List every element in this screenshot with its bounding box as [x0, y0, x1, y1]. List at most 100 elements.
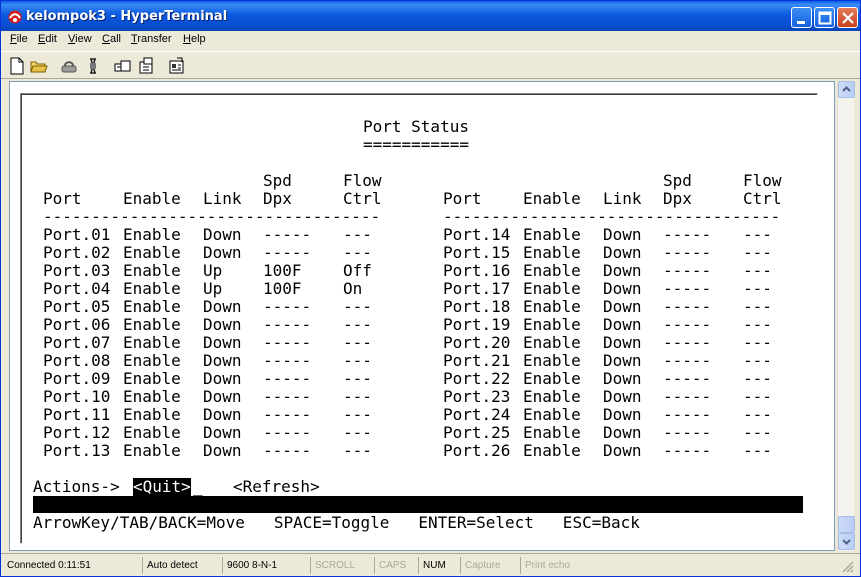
cell-enable-left: Enable: [123, 351, 181, 370]
maximize-button[interactable]: [814, 7, 835, 28]
connect-icon[interactable]: [60, 57, 78, 75]
minimize-button[interactable]: [791, 7, 812, 28]
cell-link-right: Down: [603, 369, 642, 388]
cell-spddpx-left: -----: [263, 333, 312, 352]
cell-port-right: Port.18: [443, 297, 511, 316]
cell-port-left: Port.09: [43, 369, 111, 388]
cell-flowctrl-left: ---: [343, 243, 372, 262]
menu-view[interactable]: View: [68, 33, 92, 45]
cell-spddpx-right: -----: [663, 423, 712, 442]
cell-flowctrl-left: ---: [343, 441, 372, 460]
header-ctrl-left: Ctrl: [343, 189, 382, 208]
cell-link-right: Down: [603, 279, 642, 298]
actions-label: Actions->: [33, 477, 120, 496]
cell-port-left: Port.05: [43, 297, 111, 316]
cell-port-left: Port.13: [43, 441, 111, 460]
scroll-down-button[interactable]: [838, 533, 855, 550]
cell-link-right: Down: [603, 243, 642, 262]
quit-action[interactable]: <Quit>: [133, 478, 191, 496]
cell-enable-right: Enable: [523, 423, 581, 442]
cell-flowctrl-right: ---: [743, 243, 772, 262]
cell-link-left: Up: [203, 261, 223, 280]
cell-link-left: Up: [203, 279, 223, 298]
header-spd-left: Spd: [263, 171, 292, 190]
cell-flowctrl-right: ---: [743, 423, 772, 442]
hyperterminal-window: kelompok3 - HyperTerminal File Edit View…: [0, 0, 861, 577]
cell-enable-right: Enable: [523, 441, 581, 460]
cell-port-left: Port.10: [43, 387, 111, 406]
title-bar[interactable]: kelompok3 - HyperTerminal: [1, 1, 860, 31]
cell-enable-left: Enable: [123, 297, 181, 316]
cell-flowctrl-left: ---: [343, 297, 372, 316]
cell-spddpx-right: -----: [663, 243, 712, 262]
header-flow-left: Flow: [343, 171, 382, 190]
header-link-left: Link: [203, 189, 242, 208]
cell-spddpx-right: -----: [663, 333, 712, 352]
scroll-up-icon: [842, 86, 851, 92]
cell-flowctrl-left: Off: [343, 261, 372, 280]
cell-port-right: Port.21: [443, 351, 511, 370]
menu-help[interactable]: Help: [183, 33, 206, 45]
cell-link-left: Down: [203, 297, 242, 316]
scroll-thumb[interactable]: [838, 516, 855, 533]
scroll-down-icon: [842, 539, 851, 545]
cell-enable-right: Enable: [523, 243, 581, 262]
cell-link-left: Down: [203, 423, 242, 442]
cell-enable-right: Enable: [523, 369, 581, 388]
menu-transfer[interactable]: Transfer: [131, 33, 172, 45]
resize-grip-icon[interactable]: [841, 560, 855, 574]
cell-spddpx-left: 100F: [263, 279, 302, 298]
menu-file-accel: F: [10, 33, 17, 45]
window-title: kelompok3 - HyperTerminal: [26, 9, 228, 24]
menu-edit[interactable]: Edit: [38, 33, 57, 45]
cell-link-right: Down: [603, 405, 642, 424]
cell-spddpx-right: -----: [663, 225, 712, 244]
menu-transfer-label: ransfer: [137, 33, 172, 45]
open-icon[interactable]: [30, 57, 48, 75]
status-caps: CAPS: [375, 557, 419, 574]
cell-port-left: Port.03: [43, 261, 111, 280]
menu-file[interactable]: File: [10, 33, 28, 45]
vertical-scrollbar[interactable]: [837, 81, 855, 551]
message-bar: [33, 496, 803, 513]
status-capture: Capture: [461, 557, 521, 574]
cell-link-left: Down: [203, 315, 242, 334]
scroll-up-button[interactable]: [838, 81, 855, 98]
header-ctrl-right: Ctrl: [743, 189, 782, 208]
cell-link-left: Down: [203, 243, 242, 262]
cell-link-right: Down: [603, 297, 642, 316]
send-icon[interactable]: [114, 57, 132, 75]
cell-spddpx-right: -----: [663, 351, 712, 370]
cell-flowctrl-left: ---: [343, 351, 372, 370]
refresh-action[interactable]: <Refresh>: [233, 478, 320, 496]
receive-icon[interactable]: [138, 57, 156, 75]
properties-icon[interactable]: [168, 57, 186, 75]
cell-flowctrl-right: ---: [743, 441, 772, 460]
cell-spddpx-right: -----: [663, 297, 712, 316]
cell-flowctrl-right: ---: [743, 297, 772, 316]
cell-flowctrl-left: ---: [343, 369, 372, 388]
disconnect-icon[interactable]: [84, 57, 102, 75]
cell-flowctrl-left: ---: [343, 405, 372, 424]
cell-port-right: Port.19: [443, 315, 511, 334]
menu-call[interactable]: Call: [102, 33, 121, 45]
menu-view-label: iew: [75, 33, 92, 45]
new-icon[interactable]: [8, 57, 26, 75]
cell-enable-right: Enable: [523, 261, 581, 280]
cell-enable-left: Enable: [123, 225, 181, 244]
cell-link-right: Down: [603, 315, 642, 334]
cell-spddpx-left: -----: [263, 351, 312, 370]
cell-enable-left: Enable: [123, 315, 181, 334]
cell-port-right: Port.25: [443, 423, 511, 442]
cell-enable-left: Enable: [123, 369, 181, 388]
cell-link-right: Down: [603, 387, 642, 406]
header-spd-right: Spd: [663, 171, 692, 190]
cell-port-right: Port.16: [443, 261, 511, 280]
cell-link-left: Down: [203, 351, 242, 370]
status-scroll: SCROLL: [311, 557, 375, 574]
cell-flowctrl-right: ---: [743, 405, 772, 424]
cell-link-right: Down: [603, 351, 642, 370]
header-enable-left: Enable: [123, 189, 181, 208]
close-button[interactable]: [837, 7, 858, 28]
cell-flowctrl-right: ---: [743, 369, 772, 388]
